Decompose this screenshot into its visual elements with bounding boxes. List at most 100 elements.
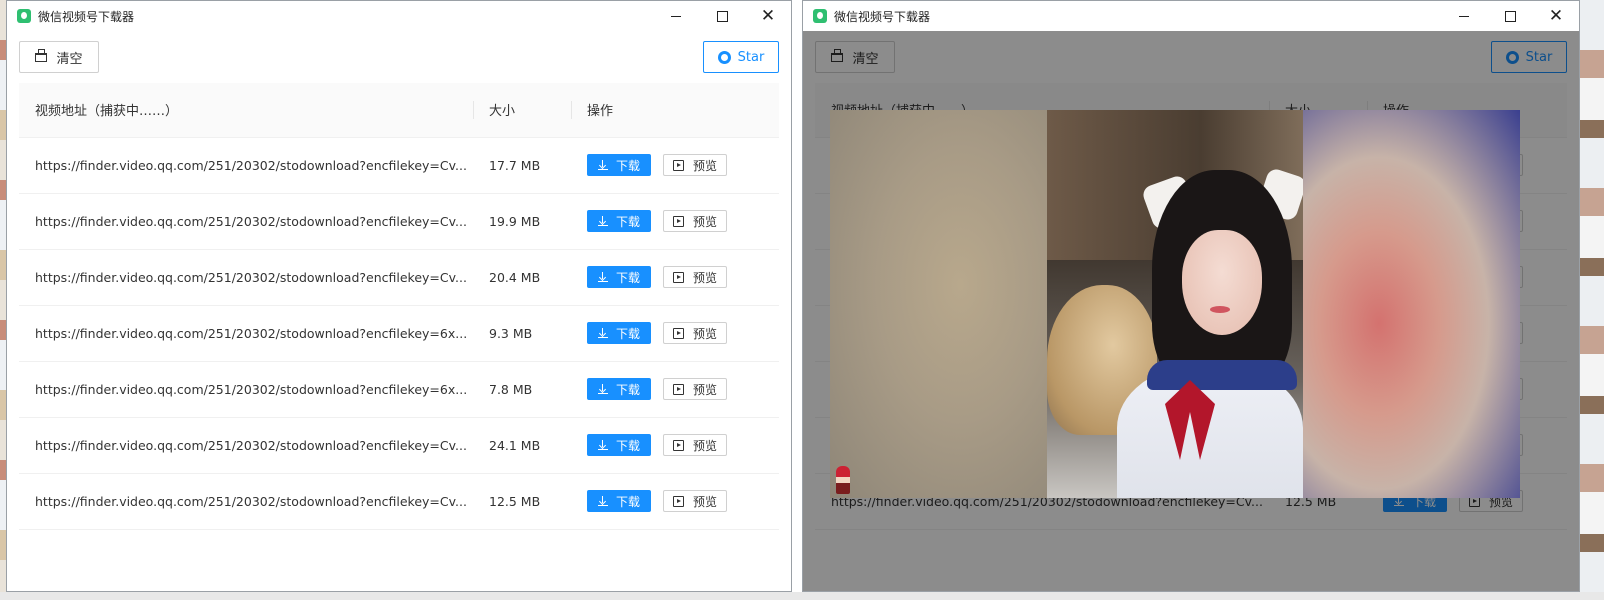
table-row: https://finder.video.qq.com/251/20302/st… bbox=[19, 361, 779, 418]
window-title: 微信视频号下载器 bbox=[834, 9, 931, 24]
column-header-url: 视频地址（捕获中……） bbox=[19, 83, 473, 138]
download-icon bbox=[597, 216, 608, 226]
minimize-button[interactable] bbox=[653, 1, 699, 31]
window-title: 微信视频号下载器 bbox=[38, 9, 135, 24]
video-corner-sticker-icon bbox=[836, 466, 850, 494]
window-titlebar[interactable]: 微信视频号下载器 ✕ bbox=[7, 1, 791, 31]
video-size-cell: 19.9 MB bbox=[473, 193, 571, 250]
video-url-cell: https://finder.video.qq.com/251/20302/st… bbox=[19, 137, 473, 194]
desktop-background-right bbox=[1580, 0, 1604, 600]
video-url-cell: https://finder.video.qq.com/251/20302/st… bbox=[19, 473, 473, 530]
table-row: https://finder.video.qq.com/251/20302/st… bbox=[19, 473, 779, 530]
close-button[interactable]: ✕ bbox=[1533, 1, 1579, 31]
star-button-label: Star bbox=[737, 49, 765, 65]
column-header-size: 大小 bbox=[473, 83, 571, 138]
video-scene-collar bbox=[1147, 360, 1297, 390]
ops-cell: 下载 预览 bbox=[571, 137, 779, 194]
window-titlebar[interactable]: 微信视频号下载器 ✕ bbox=[803, 1, 1579, 31]
download-icon bbox=[597, 272, 608, 282]
ops-cell: 下载 预览 bbox=[571, 473, 779, 530]
download-button-label: 下载 bbox=[615, 494, 640, 509]
video-table: 视频地址（捕获中……） 大小 操作 https://finder.video.q… bbox=[19, 83, 779, 530]
app-window-main: 微信视频号下载器 ✕ 清空 Star 视频地址（捕获中……） 大小 操作 htt… bbox=[6, 0, 792, 592]
video-size-cell: 24.1 MB bbox=[473, 417, 571, 474]
window-controls: ✕ bbox=[1441, 1, 1579, 31]
table-row: https://finder.video.qq.com/251/20302/st… bbox=[19, 249, 779, 306]
download-icon bbox=[597, 328, 608, 338]
app-logo-icon bbox=[813, 9, 827, 23]
column-header-ops: 操作 bbox=[571, 83, 779, 138]
preview-button-label: 预览 bbox=[692, 158, 717, 173]
preview-button-label: 预览 bbox=[692, 326, 717, 341]
maximize-button[interactable] bbox=[1487, 1, 1533, 31]
download-button-label: 下载 bbox=[615, 158, 640, 173]
video-scene-face bbox=[1182, 230, 1262, 335]
github-star-button[interactable]: Star bbox=[703, 41, 779, 73]
video-blur-background-left bbox=[830, 110, 1047, 498]
table-row: https://finder.video.qq.com/251/20302/st… bbox=[19, 137, 779, 194]
download-button-label: 下载 bbox=[615, 326, 640, 341]
video-url-cell: https://finder.video.qq.com/251/20302/st… bbox=[19, 249, 473, 306]
close-button[interactable]: ✕ bbox=[745, 1, 791, 31]
desktop-background-bottom bbox=[0, 592, 1604, 600]
preview-button-label: 预览 bbox=[692, 214, 717, 229]
video-size-cell: 17.7 MB bbox=[473, 137, 571, 194]
play-icon bbox=[672, 439, 684, 451]
desktop-background-gap bbox=[792, 0, 802, 600]
video-player[interactable] bbox=[1047, 110, 1303, 498]
download-button[interactable]: 下载 bbox=[587, 434, 651, 456]
download-button[interactable]: 下载 bbox=[587, 490, 651, 512]
video-url-cell: https://finder.video.qq.com/251/20302/st… bbox=[19, 305, 473, 362]
video-preview-modal[interactable] bbox=[830, 110, 1520, 498]
table-header-row: 视频地址（捕获中……） 大小 操作 bbox=[19, 83, 779, 138]
preview-button[interactable]: 预览 bbox=[663, 210, 727, 232]
video-size-cell: 20.4 MB bbox=[473, 249, 571, 306]
preview-button[interactable]: 预览 bbox=[663, 322, 727, 344]
download-button-label: 下载 bbox=[615, 382, 640, 397]
video-url-cell: https://finder.video.qq.com/251/20302/st… bbox=[19, 193, 473, 250]
download-button[interactable]: 下载 bbox=[587, 210, 651, 232]
ops-cell: 下载 预览 bbox=[571, 193, 779, 250]
ops-cell: 下载 预览 bbox=[571, 249, 779, 306]
table-row: https://finder.video.qq.com/251/20302/st… bbox=[19, 305, 779, 362]
download-icon bbox=[597, 384, 608, 394]
play-icon bbox=[672, 383, 684, 395]
preview-button[interactable]: 预览 bbox=[663, 378, 727, 400]
play-icon bbox=[672, 495, 684, 507]
clear-icon bbox=[35, 48, 48, 62]
clear-button[interactable]: 清空 bbox=[19, 41, 99, 73]
maximize-button[interactable] bbox=[699, 1, 745, 31]
main-content: 清空 Star 视频地址（捕获中……） 大小 操作 https://finder… bbox=[7, 31, 791, 591]
clear-button-label: 清空 bbox=[56, 51, 83, 67]
preview-button-label: 预览 bbox=[692, 494, 717, 509]
table-body: https://finder.video.qq.com/251/20302/st… bbox=[19, 137, 779, 530]
play-icon bbox=[672, 327, 684, 339]
play-icon bbox=[672, 271, 684, 283]
download-button[interactable]: 下载 bbox=[587, 322, 651, 344]
video-url-cell: https://finder.video.qq.com/251/20302/st… bbox=[19, 361, 473, 418]
table-row: https://finder.video.qq.com/251/20302/st… bbox=[19, 417, 779, 474]
download-icon bbox=[597, 440, 608, 450]
preview-button[interactable]: 预览 bbox=[663, 266, 727, 288]
app-logo-icon bbox=[17, 9, 31, 23]
download-icon bbox=[597, 496, 608, 506]
preview-button-label: 预览 bbox=[692, 382, 717, 397]
download-button[interactable]: 下载 bbox=[587, 378, 651, 400]
minimize-button[interactable] bbox=[1441, 1, 1487, 31]
preview-button[interactable]: 预览 bbox=[663, 490, 727, 512]
play-icon bbox=[672, 159, 684, 171]
preview-button-label: 预览 bbox=[692, 438, 717, 453]
preview-button[interactable]: 预览 bbox=[663, 434, 727, 456]
ops-cell: 下载 预览 bbox=[571, 417, 779, 474]
video-size-cell: 9.3 MB bbox=[473, 305, 571, 362]
download-button-label: 下载 bbox=[615, 438, 640, 453]
preview-button[interactable]: 预览 bbox=[663, 154, 727, 176]
download-icon bbox=[597, 160, 608, 170]
table-row: https://finder.video.qq.com/251/20302/st… bbox=[19, 193, 779, 250]
download-button-label: 下载 bbox=[615, 270, 640, 285]
download-button[interactable]: 下载 bbox=[587, 154, 651, 176]
download-button[interactable]: 下载 bbox=[587, 266, 651, 288]
video-scene-lips bbox=[1210, 306, 1230, 313]
video-url-cell: https://finder.video.qq.com/251/20302/st… bbox=[19, 417, 473, 474]
video-size-cell: 12.5 MB bbox=[473, 473, 571, 530]
